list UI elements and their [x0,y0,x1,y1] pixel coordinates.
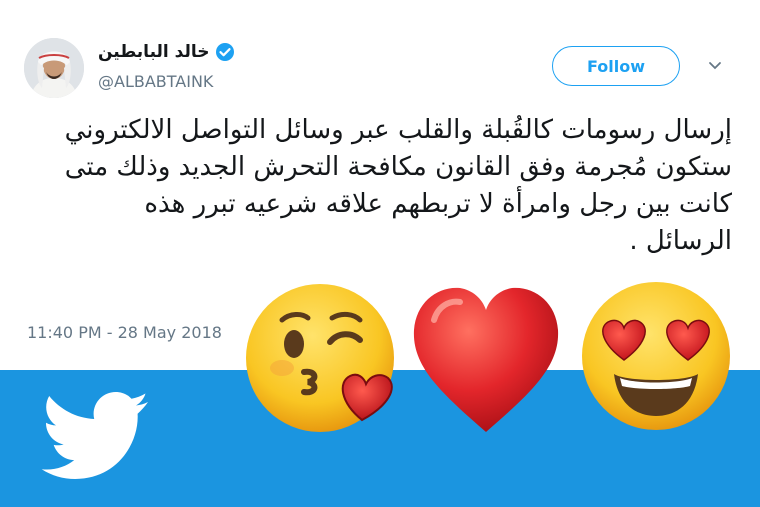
follow-button[interactable]: Follow [552,46,680,86]
tweet-text-line: الرسائل . [629,226,732,256]
red-heart-icon [413,287,559,432]
tweet-timestamp[interactable]: 11:40 PM - 28 May 2018 [27,323,222,342]
tweet-text-line: كانت بين رجل وامرأة لا تربطهم علاقه شرعي… [144,189,732,219]
author-name-row[interactable]: خالد البابطين [98,42,235,62]
chevron-down-icon[interactable] [708,58,722,72]
verified-badge-icon [216,43,235,61]
heart-eyes-face-icon [582,282,730,430]
avatar[interactable] [24,38,84,98]
tweet-text-line: إرسال رسومات كالقُبلة والقلب عبر وسائل ا… [64,115,732,145]
profile-photo [24,38,84,98]
tweet-text: إرسال رسومات كالقُبلة والقلب عبر وسائل ا… [40,112,732,260]
author-handle[interactable]: @ALBABTAINK [98,72,213,91]
twitter-bird-icon [41,392,148,479]
tweet-text-line: ستكون مُجرمة وفق القانون مكافحة التحرش ا… [64,152,732,182]
kissing-face-with-heart-icon [246,284,394,432]
author-display-name[interactable]: خالد البابطين [98,42,209,62]
